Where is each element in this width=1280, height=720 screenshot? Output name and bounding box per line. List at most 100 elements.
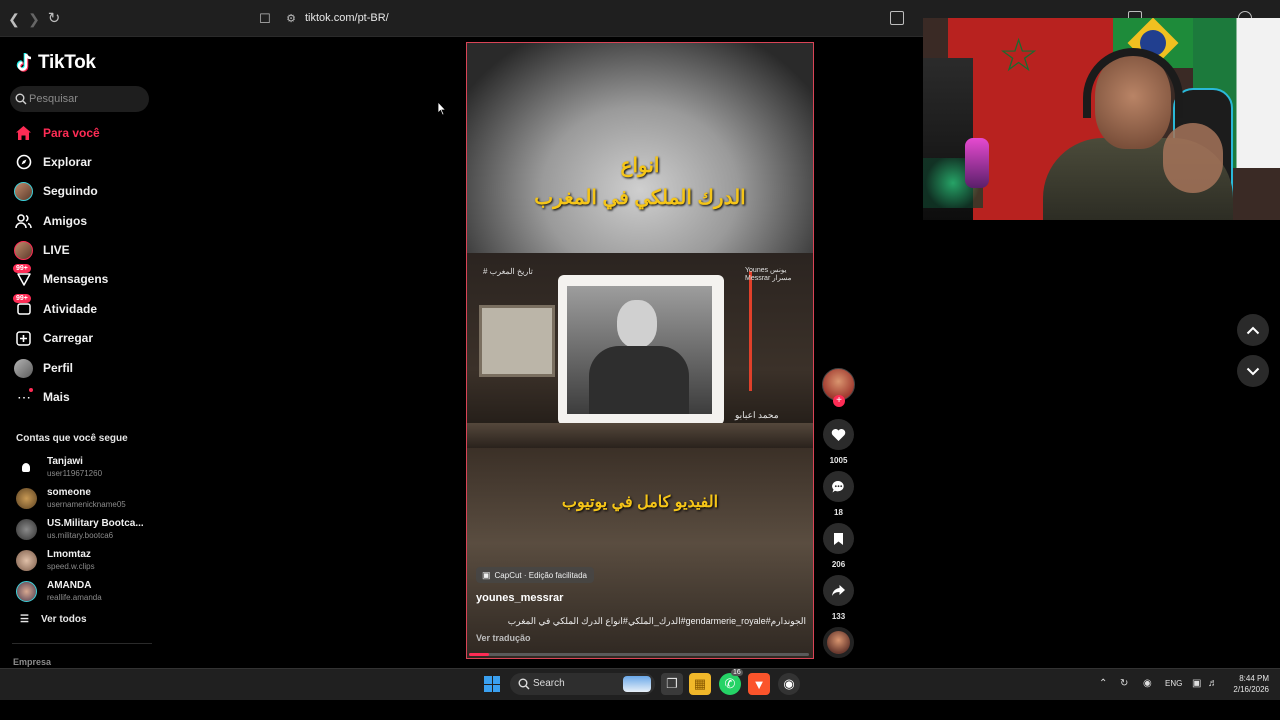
nav-label: Mais bbox=[43, 390, 70, 404]
desk bbox=[467, 423, 813, 448]
account-name: Tanjawi bbox=[47, 456, 83, 467]
back-icon[interactable]: ❮ bbox=[4, 9, 24, 29]
capcut-tag[interactable]: ▣ CapCut · Edição facilitada bbox=[476, 567, 595, 583]
followed-account[interactable]: Lmomtaz speed.w.clips bbox=[16, 547, 156, 575]
extension-icon[interactable] bbox=[890, 11, 904, 25]
profile-avatar-icon bbox=[14, 358, 33, 378]
microphone-icon[interactable]: ◉ bbox=[1143, 678, 1152, 689]
bookmark-icon[interactable]: ☐ bbox=[255, 9, 275, 29]
account-username: us.military.bootca6 bbox=[47, 531, 114, 540]
star-icon: ☆ bbox=[998, 29, 1040, 81]
share-button[interactable]: 133 bbox=[822, 575, 855, 621]
clock-date: 2/16/2026 bbox=[1233, 685, 1269, 694]
nav-activity[interactable]: 99+ Atividade bbox=[13, 293, 154, 320]
network-icon[interactable]: ▣ bbox=[1192, 678, 1201, 689]
name-overlay: Younes يونس Messrar مسرار bbox=[745, 267, 791, 283]
see-translation-link[interactable]: Ver tradução bbox=[476, 633, 531, 643]
brave-browser-icon[interactable]: ▼ bbox=[748, 673, 770, 695]
volume-icon[interactable]: ♬ bbox=[1208, 678, 1218, 689]
nav-profile[interactable]: Perfil bbox=[14, 357, 154, 379]
reload-icon[interactable]: ↻ bbox=[44, 9, 64, 29]
capcut-label: CapCut · Edição facilitada bbox=[494, 570, 588, 580]
nav-messages[interactable]: 99+ Mensagens bbox=[13, 263, 154, 290]
nav-label: Amigos bbox=[43, 214, 88, 228]
friends-icon bbox=[14, 212, 33, 231]
save-button[interactable]: 206 bbox=[822, 523, 855, 569]
sync-icon[interactable]: ↻ bbox=[1120, 678, 1128, 689]
search-input[interactable]: Pesquisar bbox=[10, 86, 149, 112]
home-icon bbox=[14, 124, 33, 143]
video-player[interactable]: انواع الدرك الملكي في المغرب # تاريخ الم… bbox=[466, 42, 814, 659]
comment-count: 18 bbox=[834, 508, 843, 517]
comment-icon bbox=[823, 471, 854, 502]
see-all-link[interactable]: ☰ Ver todos bbox=[20, 614, 87, 625]
chevron-up-icon bbox=[1246, 326, 1260, 334]
chevron-down-icon bbox=[1246, 367, 1260, 375]
nav-label: LIVE bbox=[43, 243, 70, 257]
next-video-button[interactable] bbox=[1237, 355, 1269, 387]
nav-label: Mensagens bbox=[43, 272, 109, 286]
chevron-up-icon[interactable]: ⌃ bbox=[1099, 678, 1107, 689]
account-name: US.Military Bootca... bbox=[47, 518, 144, 529]
whatsapp-icon[interactable]: ✆ 16 bbox=[719, 669, 743, 695]
company-link[interactable]: Empresa bbox=[13, 657, 51, 667]
activity-badge: 99+ bbox=[13, 293, 31, 303]
taskbar-search[interactable] bbox=[510, 673, 655, 695]
task-view-icon[interactable]: ❐ bbox=[661, 673, 683, 695]
account-name: AMANDA bbox=[47, 580, 92, 591]
whatsapp-badge: 16 bbox=[731, 669, 743, 676]
nav-label: Para você bbox=[43, 126, 100, 140]
name-overlay-line-1: Younes يونس bbox=[745, 267, 787, 274]
heart-icon bbox=[823, 419, 854, 450]
following-avatar-icon bbox=[14, 181, 33, 201]
share-count: 133 bbox=[831, 612, 846, 621]
nav-explore[interactable]: Explorar bbox=[14, 151, 154, 173]
nav-upload[interactable]: Carregar bbox=[14, 327, 154, 349]
account-username: usernamenickname05 bbox=[47, 500, 126, 509]
video-progress-bar[interactable] bbox=[469, 653, 809, 656]
nav-for-you[interactable]: Para você bbox=[14, 122, 154, 144]
nav-more[interactable]: ⋯ Mais bbox=[14, 386, 154, 408]
avatar bbox=[16, 550, 37, 571]
nav-label: Carregar bbox=[43, 331, 94, 345]
followed-account[interactable]: AMANDA reallife.amanda bbox=[16, 578, 156, 606]
comment-button[interactable]: 18 bbox=[822, 471, 855, 517]
site-settings-icon[interactable]: ⚙ bbox=[281, 9, 301, 29]
nav-live[interactable]: LIVE bbox=[14, 239, 154, 261]
followed-account[interactable]: someone usernamenickname05 bbox=[16, 485, 156, 513]
forward-icon[interactable]: ❯ bbox=[24, 9, 44, 29]
clock[interactable]: 8:44 PM 2/16/2026 bbox=[1229, 673, 1269, 695]
person-hand bbox=[1163, 123, 1223, 193]
file-explorer-icon[interactable]: ▦ bbox=[689, 673, 711, 695]
nav-following[interactable]: Seguindo bbox=[14, 180, 154, 202]
microphone bbox=[965, 138, 989, 188]
followed-account[interactable]: Tanjawi user119671260 bbox=[16, 454, 156, 482]
like-button[interactable]: 1005 bbox=[822, 419, 855, 465]
following-section-title: Contas que você segue bbox=[16, 433, 128, 444]
previous-video-button[interactable] bbox=[1237, 314, 1269, 346]
search-highlight-icon bbox=[623, 676, 651, 692]
avatar bbox=[16, 519, 37, 540]
search-icon bbox=[518, 678, 530, 690]
search-icon bbox=[15, 93, 27, 105]
video-author[interactable]: younes_messrar bbox=[476, 592, 563, 604]
music-disc-avatar[interactable] bbox=[823, 627, 854, 658]
video-title-line-2: الدرك الملكي في المغرب bbox=[534, 187, 746, 209]
save-count: 206 bbox=[831, 560, 846, 569]
followed-account[interactable]: US.Military Bootca... us.military.bootca… bbox=[16, 516, 156, 544]
name-arabic: محمد اعبابو bbox=[735, 410, 779, 420]
list-icon: ☰ bbox=[20, 614, 29, 625]
language-indicator[interactable]: ENG bbox=[1165, 679, 1182, 688]
windows-start-icon[interactable] bbox=[484, 676, 500, 692]
nav-friends[interactable]: Amigos bbox=[14, 210, 154, 232]
account-name: Lmomtaz bbox=[47, 549, 91, 560]
follow-plus-icon[interactable]: + bbox=[833, 395, 845, 407]
obs-icon[interactable]: ◉ bbox=[778, 673, 800, 695]
address-bar[interactable]: tiktok.com/pt-BR/ bbox=[305, 12, 389, 24]
search-placeholder: Pesquisar bbox=[29, 93, 78, 105]
tiktok-logo[interactable]: TikTok bbox=[16, 52, 96, 74]
video-title-line-1: انواع bbox=[620, 155, 660, 177]
account-username: speed.w.clips bbox=[47, 562, 95, 571]
portrait-photo bbox=[567, 286, 712, 414]
messages-badge: 99+ bbox=[13, 263, 31, 273]
